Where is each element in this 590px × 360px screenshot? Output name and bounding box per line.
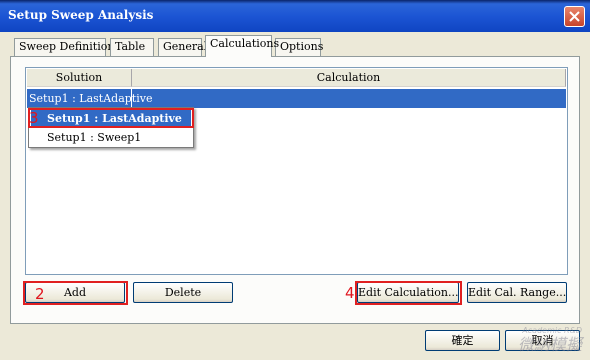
tab-label: Table xyxy=(115,40,146,53)
tab-general[interactable]: General xyxy=(158,38,207,56)
tab-label: Calculations xyxy=(210,37,280,50)
close-icon xyxy=(569,11,580,22)
edit-cal-range-button[interactable]: Edit Cal. Range... xyxy=(467,282,567,303)
cell-divider xyxy=(131,89,132,108)
calculations-list[interactable]: Solution Calculation Setup1 : LastAdapti… xyxy=(25,67,568,275)
step-marker-4: 4 xyxy=(345,284,355,302)
title-bar[interactable]: Setup Sweep Analysis xyxy=(0,0,590,32)
watermark-line2: 微納模擬 xyxy=(517,335,582,354)
delete-button[interactable]: Delete xyxy=(133,282,233,303)
step-marker-3: 3 xyxy=(29,109,39,127)
column-header-label: Solution xyxy=(55,71,103,84)
dropdown-option-sweep1[interactable]: Setup1 : Sweep1 xyxy=(31,129,191,146)
tab-label: Sweep Definitions xyxy=(19,40,121,53)
ok-button[interactable]: 確定 xyxy=(425,330,500,351)
setup-sweep-dialog: Setup Sweep Analysis Sweep Definitions T… xyxy=(0,0,590,360)
highlight-box-4 xyxy=(355,281,462,305)
watermark: Academic R&D 微納模擬 xyxy=(517,324,582,354)
tab-label: General xyxy=(163,40,208,53)
step-marker-2: 2 xyxy=(35,285,45,303)
tab-table[interactable]: Table xyxy=(110,38,154,56)
close-button[interactable] xyxy=(564,6,585,27)
window-title: Setup Sweep Analysis xyxy=(8,8,154,22)
tab-calculations[interactable]: Calculations xyxy=(205,35,279,57)
tab-options[interactable]: Options xyxy=(275,38,324,56)
column-header-label: Calculation xyxy=(316,71,381,84)
solution-cell[interactable]: Setup1 : LastAdaptive xyxy=(29,92,152,105)
table-row[interactable]: Setup1 : LastAdaptive xyxy=(27,89,566,108)
highlight-box-3 xyxy=(28,108,194,128)
tab-label: Options xyxy=(280,40,324,53)
column-header-calculation[interactable]: Calculation xyxy=(132,69,566,87)
column-header-solution[interactable]: Solution xyxy=(27,69,132,87)
tab-sweep-definitions[interactable]: Sweep Definitions xyxy=(14,38,120,56)
